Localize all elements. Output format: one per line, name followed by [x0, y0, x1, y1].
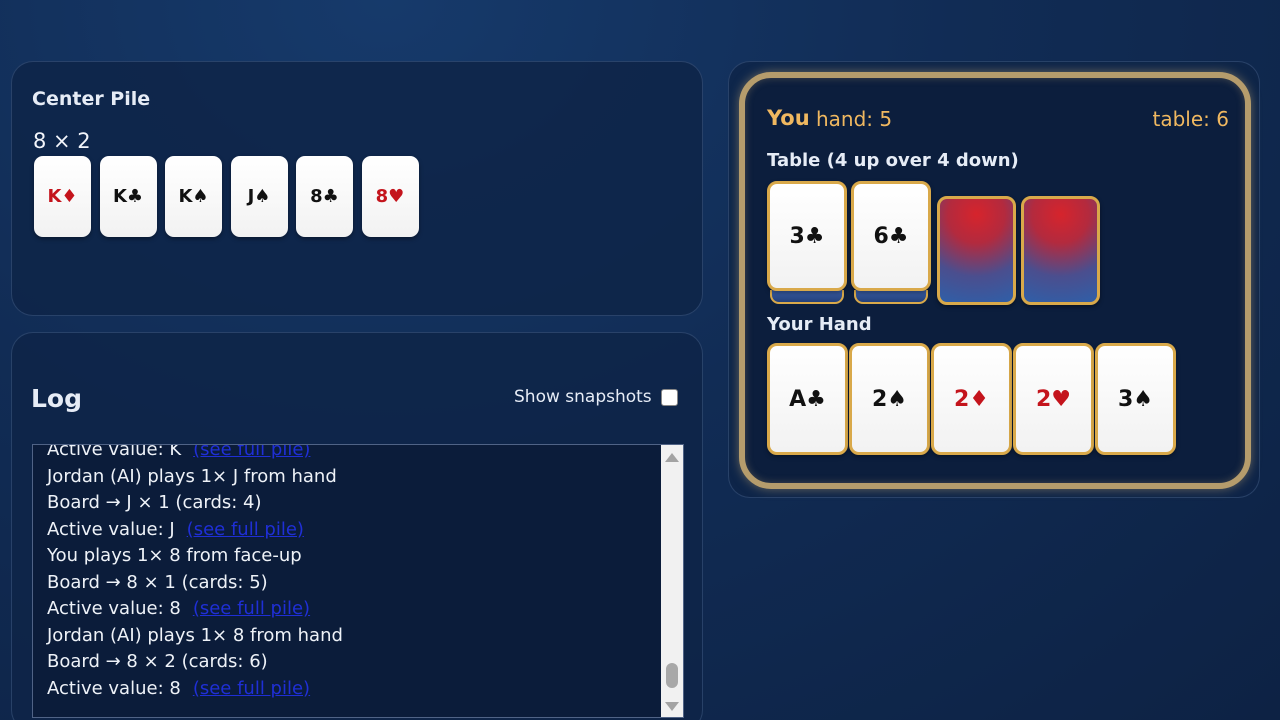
player-name: You: [767, 106, 810, 130]
hand-heading: Your Hand: [767, 314, 872, 335]
table-heading: Table (4 up over 4 down): [767, 150, 1019, 171]
face-down-card-under: [770, 290, 844, 304]
log-line: You plays 1× 8 from face-up: [47, 543, 657, 570]
log-title: Log: [31, 384, 83, 413]
log-line-text: Board → 8 × 2 (cards: 6): [47, 651, 268, 672]
scroll-up-arrow-icon[interactable]: [665, 453, 679, 462]
log-line: Jordan (AI) plays 1× J from hand: [47, 464, 657, 491]
log-line: Board → J × 1 (cards: 4): [47, 490, 657, 517]
see-full-pile-link[interactable]: (see full pile): [193, 445, 310, 460]
log-line-text: Board → J × 1 (cards: 4): [47, 492, 262, 513]
table-card-up[interactable]: 3♣: [767, 181, 847, 291]
pile-card: 8♣: [296, 156, 353, 237]
show-snapshots-label: Show snapshots: [514, 387, 652, 407]
scroll-down-arrow-icon[interactable]: [665, 702, 679, 711]
log-line-text: Jordan (AI) plays 1× J from hand: [47, 465, 337, 487]
pile-card: 8♥: [361, 156, 419, 237]
center-pile-panel: Center Pile 8 × 2 K♦ K♣ K♠ J♠ 8♣ 8♥: [11, 61, 703, 316]
player-panel: You hand: 5 table: 6 Table (4 up over 4 …: [728, 61, 1260, 498]
table-card-down[interactable]: [937, 196, 1016, 305]
log-line: Board → 8 × 1 (cards: 5): [47, 570, 657, 597]
log-line-text: Active value: J: [47, 518, 175, 540]
log-line: Jordan (AI) plays 1× 8 from hand: [47, 623, 657, 650]
pile-card: K♦: [34, 156, 91, 237]
player-frame: You hand: 5 table: 6 Table (4 up over 4 …: [739, 72, 1251, 489]
pile-count: 8 × 2: [33, 129, 91, 153]
log-line: Active value: 8 (see full pile): [47, 596, 657, 623]
see-full-pile-link[interactable]: (see full pile): [187, 519, 304, 540]
log-line: Board → 8 × 2 (cards: 6): [47, 649, 657, 676]
face-down-card-under: [854, 290, 928, 304]
log-line: Active value: 8 (see full pile): [47, 676, 657, 703]
log-lines: Active value: K (see full pile) Jordan (AI…: [47, 444, 657, 703]
hand-card[interactable]: 2♦: [931, 343, 1012, 455]
hand-card[interactable]: 2♠: [849, 343, 930, 455]
see-full-pile-link[interactable]: (see full pile): [193, 678, 310, 699]
log-panel: Log Show snapshots Active value: K (see f…: [11, 332, 703, 720]
table-card-down[interactable]: [1021, 196, 1100, 305]
hand-card[interactable]: 3♠: [1095, 343, 1176, 455]
log-line-text: Active value: K: [47, 444, 182, 460]
pile-card: J♠: [230, 156, 288, 237]
center-pile-title: Center Pile: [32, 88, 151, 110]
log-line-text: Jordan (AI) plays 1× 8 from hand: [47, 624, 343, 646]
log-line-text: Active value: 8: [47, 677, 181, 699]
table-card-up[interactable]: 6♣: [851, 181, 931, 291]
log-line: Active value: K (see full pile): [47, 444, 657, 464]
hand-card[interactable]: A♣: [767, 343, 848, 455]
show-snapshots-checkbox[interactable]: [661, 389, 678, 406]
log-line-text: You plays 1× 8 from face-up: [47, 545, 302, 566]
log-scrollbar[interactable]: [661, 445, 683, 717]
see-full-pile-link[interactable]: (see full pile): [193, 598, 310, 619]
pile-card: K♠: [165, 156, 222, 237]
hand-card[interactable]: 2♥: [1013, 343, 1094, 455]
pile-card: K♣: [99, 156, 157, 237]
log-line-text: Board → 8 × 1 (cards: 5): [47, 571, 268, 593]
table-count: table: 6: [1152, 107, 1229, 131]
hand-count: hand: 5: [816, 107, 893, 131]
log-line: Active value: J (see full pile): [47, 517, 657, 544]
log-line-text: Active value: 8: [47, 598, 181, 619]
log-list[interactable]: Active value: K (see full pile) Jordan (AI…: [32, 444, 684, 718]
scrollbar-thumb[interactable]: [666, 663, 678, 688]
